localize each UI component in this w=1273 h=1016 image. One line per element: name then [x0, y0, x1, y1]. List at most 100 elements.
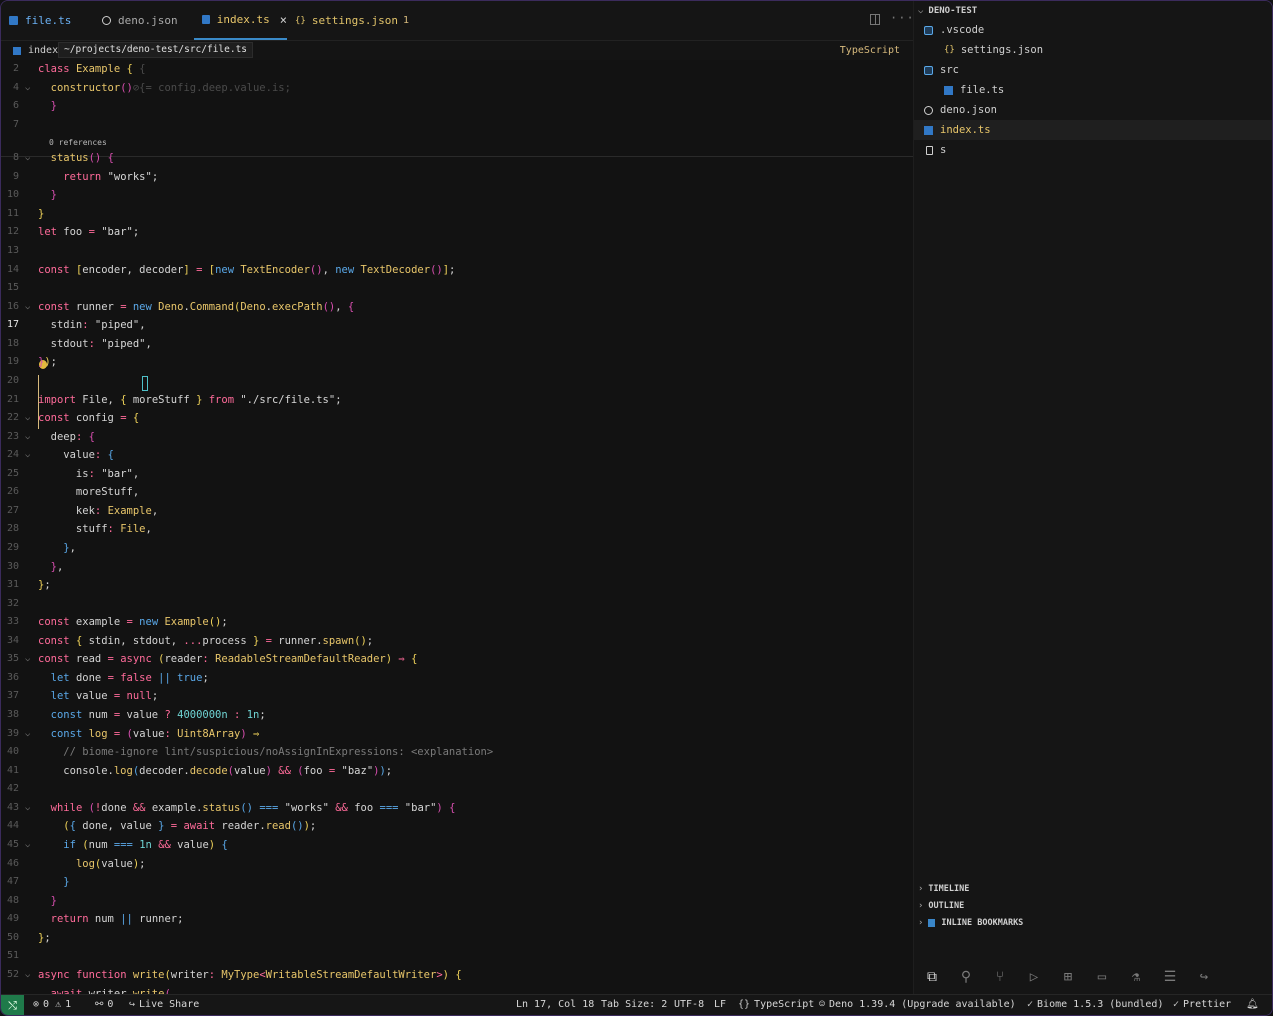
- panel-outline[interactable]: › OUTLINE: [918, 898, 964, 914]
- split-editor-icon[interactable]: [870, 14, 880, 25]
- tree-item-vscode[interactable]: .vscode: [914, 20, 1272, 40]
- ports-count: 0: [107, 999, 114, 1010]
- folder-icon: [924, 65, 933, 75]
- line-ending[interactable]: LF: [714, 999, 726, 1010]
- file-icon: [926, 145, 933, 155]
- typescript-icon: [924, 125, 933, 135]
- tab-size[interactable]: Tab Size: 2: [601, 999, 667, 1010]
- tree-item-label: src: [940, 64, 959, 76]
- code-line: 32: [6, 598, 19, 609]
- breadcrumb-file[interactable]: index: [28, 45, 58, 56]
- braces-icon: {}: [738, 999, 751, 1010]
- tree-item-deno-json[interactable]: deno.json: [914, 100, 1272, 120]
- typescript-icon: [9, 16, 18, 25]
- testing-icon[interactable]: ⚗: [1125, 966, 1147, 988]
- chevron-right-icon: ›: [918, 901, 924, 911]
- code-line: 50};: [6, 932, 51, 944]
- remote-indicator-icon[interactable]: ⤭: [1, 995, 24, 1015]
- panel-inline-bookmarks[interactable]: › INLINE BOOKMARKS: [918, 915, 1023, 931]
- deno-status[interactable]: ☺ Deno 1.39.4 (Upgrade available): [819, 999, 1016, 1010]
- code-line: 35 ⌵ const read = async (reader: ReadableS…: [6, 653, 418, 665]
- code-line: 49 return num || runner;: [6, 913, 184, 925]
- tree-item-index-ts[interactable]: index.ts: [914, 120, 1272, 140]
- code-line: 22 ⌵ const config = {: [6, 412, 140, 424]
- tree-item-label: deno.json: [940, 104, 997, 116]
- tree-item-settings-json[interactable]: {} settings.json: [914, 40, 1272, 60]
- code-line: 12 let foo = "bar";: [6, 226, 140, 238]
- code-line: 16 ⌵ const runner = new Deno.Command(Deno.…: [6, 301, 355, 313]
- path-tooltip: ~/projects/deno-test/src/file.ts: [58, 42, 254, 58]
- live-share-icon[interactable]: ↪: [1193, 966, 1215, 988]
- antenna-icon: ⚯: [95, 999, 104, 1010]
- code-line: 40 // biome-ignore lint/suspicious/noAss…: [6, 746, 494, 758]
- tree-item-file-ts[interactable]: file.ts: [914, 80, 1272, 100]
- code-line: 14 const [encoder, decoder] = [new TextEn…: [6, 264, 456, 276]
- tab-index-ts[interactable]: index.ts ×: [194, 1, 287, 40]
- code-line: 31};: [6, 579, 51, 591]
- code-line: 45 ⌵ if (num === 1n && value) {: [6, 839, 228, 851]
- encoding[interactable]: UTF-8: [674, 999, 704, 1010]
- deno-icon: [102, 16, 111, 25]
- activity-bar: ⧉ ⚲ ⑂ ▷ ⊞ ▭ ⚗ ☰ ↪: [913, 959, 1272, 996]
- code-line: 7: [12, 119, 19, 130]
- source-control-icon[interactable]: ⑂: [989, 966, 1011, 988]
- code-line: 30 },: [6, 561, 64, 573]
- code-line: 44 ({ done, value } = await reader.read(…: [6, 820, 317, 832]
- code-line: 46 log(value);: [6, 858, 146, 870]
- json-icon: {}: [295, 15, 306, 26]
- explorer-title: DENO-TEST: [928, 6, 978, 16]
- extensions-icon[interactable]: ⊞: [1057, 966, 1079, 988]
- tree-item-label: index.ts: [940, 124, 991, 136]
- prettier-status[interactable]: ✓ Prettier: [1173, 999, 1231, 1010]
- tab-label: settings.json: [311, 14, 398, 27]
- biome-status[interactable]: ✓ Biome 1.5.3 (bundled): [1027, 999, 1163, 1010]
- code-line: 17 stdin: "piped",: [6, 319, 146, 331]
- biome-label: Biome 1.5.3 (bundled): [1037, 999, 1164, 1010]
- code-line: 23 ⌵ deep: {: [6, 431, 95, 443]
- tree-item-s[interactable]: s: [914, 140, 1272, 160]
- code-line: 34 const { stdin, stdout, ...process } = …: [6, 635, 374, 647]
- run-debug-icon[interactable]: ▷: [1023, 966, 1045, 988]
- code-line: 37 let value = null;: [6, 690, 159, 702]
- tab-file-ts[interactable]: file.ts: [1, 1, 87, 40]
- panel-label: INLINE BOOKMARKS: [941, 918, 1024, 928]
- share-icon: ↪: [129, 999, 136, 1010]
- tree-item-src[interactable]: src: [914, 60, 1272, 80]
- explorer-root[interactable]: ⌵ DENO-TEST: [918, 6, 977, 16]
- menu-icon[interactable]: ☰: [1159, 966, 1181, 988]
- tree-item-label: .vscode: [940, 24, 985, 36]
- remote-explorer-icon[interactable]: ▭: [1091, 966, 1113, 988]
- ports-indicator[interactable]: ⚯ 0: [95, 999, 113, 1010]
- language-mode[interactable]: {} TypeScript: [738, 999, 814, 1010]
- check-icon: ✓: [1027, 999, 1034, 1010]
- tab-deno-json[interactable]: deno.json: [94, 1, 194, 40]
- bell-icon[interactable]: 🔔︎: [1246, 999, 1259, 1010]
- code-line: 21 import File, { moreStuff } from "./src…: [6, 394, 342, 406]
- code-line: 33 const example = new Example();: [6, 616, 228, 628]
- code-line: 20: [6, 375, 19, 386]
- more-actions-icon[interactable]: ···: [890, 11, 915, 25]
- cursor-position[interactable]: Ln 17, Col 18: [516, 999, 594, 1010]
- status-bar: ⤭ ⊗ 0 ⚠ 1 ⚯ 0 ↪ Live Share Ln 17, Col 18…: [1, 994, 1272, 1015]
- tab-settings-json[interactable]: {} settings.json 1: [287, 1, 409, 40]
- code-line: 6 }: [12, 100, 57, 112]
- explorer-icon[interactable]: ⧉: [919, 966, 945, 996]
- panel-label: OUTLINE: [928, 901, 965, 911]
- tab-label: deno.json: [118, 14, 178, 27]
- code-editor[interactable]: 2 class Example { { 4 ⌵ constructor()⊘{= c…: [1, 60, 913, 994]
- code-line: 48 }: [6, 895, 57, 907]
- panel-timeline[interactable]: › TIMELINE: [918, 881, 969, 897]
- search-icon[interactable]: ⚲: [955, 966, 977, 988]
- problems-indicator[interactable]: ⊗ 0 ⚠ 1: [33, 999, 71, 1010]
- problem-count-badge: 1: [402, 15, 409, 26]
- codelens-references[interactable]: 0 references: [49, 137, 107, 149]
- code-line: 41 console.log(decoder.decode(value) && …: [6, 765, 393, 777]
- deno-icon: [924, 105, 933, 115]
- warning-count: 1: [65, 999, 72, 1010]
- code-line: 47 }: [6, 876, 70, 888]
- live-share-status[interactable]: ↪ Live Share: [129, 999, 199, 1010]
- code-line: 29 },: [6, 542, 76, 554]
- close-icon[interactable]: ×: [280, 13, 287, 27]
- tab-label: file.ts: [25, 14, 72, 27]
- code-line: 25 is: "bar",: [6, 468, 140, 480]
